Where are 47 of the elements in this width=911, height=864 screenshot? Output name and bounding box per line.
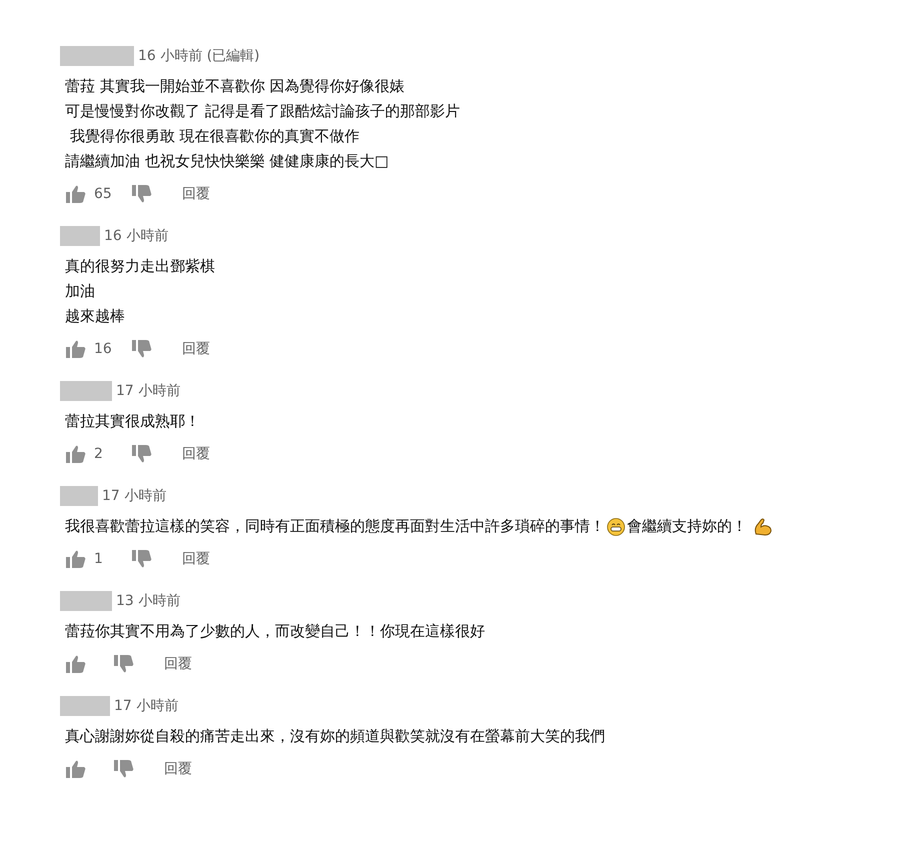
- like-count: 2: [94, 446, 104, 462]
- reply-button[interactable]: 回覆: [182, 445, 210, 463]
- thumbs-down-icon[interactable]: [114, 760, 134, 778]
- thumbs-down-icon[interactable]: [132, 340, 152, 358]
- thumbs-up-icon[interactable]: [66, 185, 86, 203]
- comment-text: 蕾菈你其實不用為了少數的人，而改變自己！！你現在這樣很好: [65, 622, 485, 641]
- reply-button[interactable]: 回覆: [182, 340, 210, 358]
- redacted-username: [60, 696, 110, 716]
- like-count: 1: [94, 551, 104, 567]
- redacted-username: [60, 381, 112, 401]
- comment-text: 我很喜歡蕾拉這樣的笑容，同時有正面積極的態度再面對生活中許多瑣碎的事情！: [65, 517, 605, 536]
- comment-text: 真的很努力走出鄧紫棋: [65, 257, 215, 276]
- comment-text: 蕾菈 其實我一開始並不喜歡你 因為覺得你好像很婊: [65, 77, 405, 96]
- reply-button[interactable]: 回覆: [182, 550, 210, 568]
- reply-button[interactable]: 回覆: [164, 760, 192, 778]
- reply-button[interactable]: 回覆: [182, 185, 210, 203]
- thumbs-up-icon[interactable]: [66, 760, 86, 778]
- comment-time: 17 小時前: [114, 697, 178, 715]
- comment-text: 真心謝謝妳從自殺的痛苦走出來，沒有妳的頻道與歡笑就沒有在螢幕前大笑的我們: [65, 727, 605, 746]
- comment-time: 13 小時前: [116, 592, 180, 610]
- reply-button[interactable]: 回覆: [164, 655, 192, 673]
- thumbs-down-icon[interactable]: [132, 445, 152, 463]
- comment-text: 會繼續支持妳的！: [627, 517, 747, 536]
- comment-time: 16 小時前 (已編輯): [138, 47, 260, 65]
- redacted-username: [60, 591, 112, 611]
- flexed-arm-icon: [753, 518, 773, 536]
- thumbs-up-icon[interactable]: [66, 655, 86, 673]
- like-count: 65: [94, 186, 113, 202]
- comment-text: 越來越棒: [65, 307, 125, 326]
- comment-text: 我覺得你很勇敢 現在很喜歡你的真實不做作: [68, 127, 360, 146]
- thumbs-down-icon[interactable]: [132, 185, 152, 203]
- comment-time: 17 小時前: [102, 487, 166, 505]
- comment-text: 可是慢慢對你改觀了 記得是看了跟酷炫討論孩子的那部影片: [65, 102, 460, 121]
- thumbs-up-icon[interactable]: [66, 340, 86, 358]
- comment-time: 17 小時前: [116, 382, 180, 400]
- thumbs-down-icon[interactable]: [114, 655, 134, 673]
- comment-time: 16 小時前: [104, 227, 168, 245]
- thumbs-up-icon[interactable]: [66, 445, 86, 463]
- comment-text: 蕾拉其實很成熟耶！: [65, 412, 200, 431]
- like-count: 16: [94, 341, 113, 357]
- thumbs-down-icon[interactable]: [132, 550, 152, 568]
- redacted-username: [60, 486, 98, 506]
- grinning-face-icon: [607, 518, 625, 536]
- thumbs-up-icon[interactable]: [66, 550, 86, 568]
- redacted-username: [60, 226, 100, 246]
- comment-text: 請繼續加油 也祝女兒快快樂樂 健健康康的長大□: [65, 152, 389, 171]
- comment-text: 加油: [65, 282, 95, 301]
